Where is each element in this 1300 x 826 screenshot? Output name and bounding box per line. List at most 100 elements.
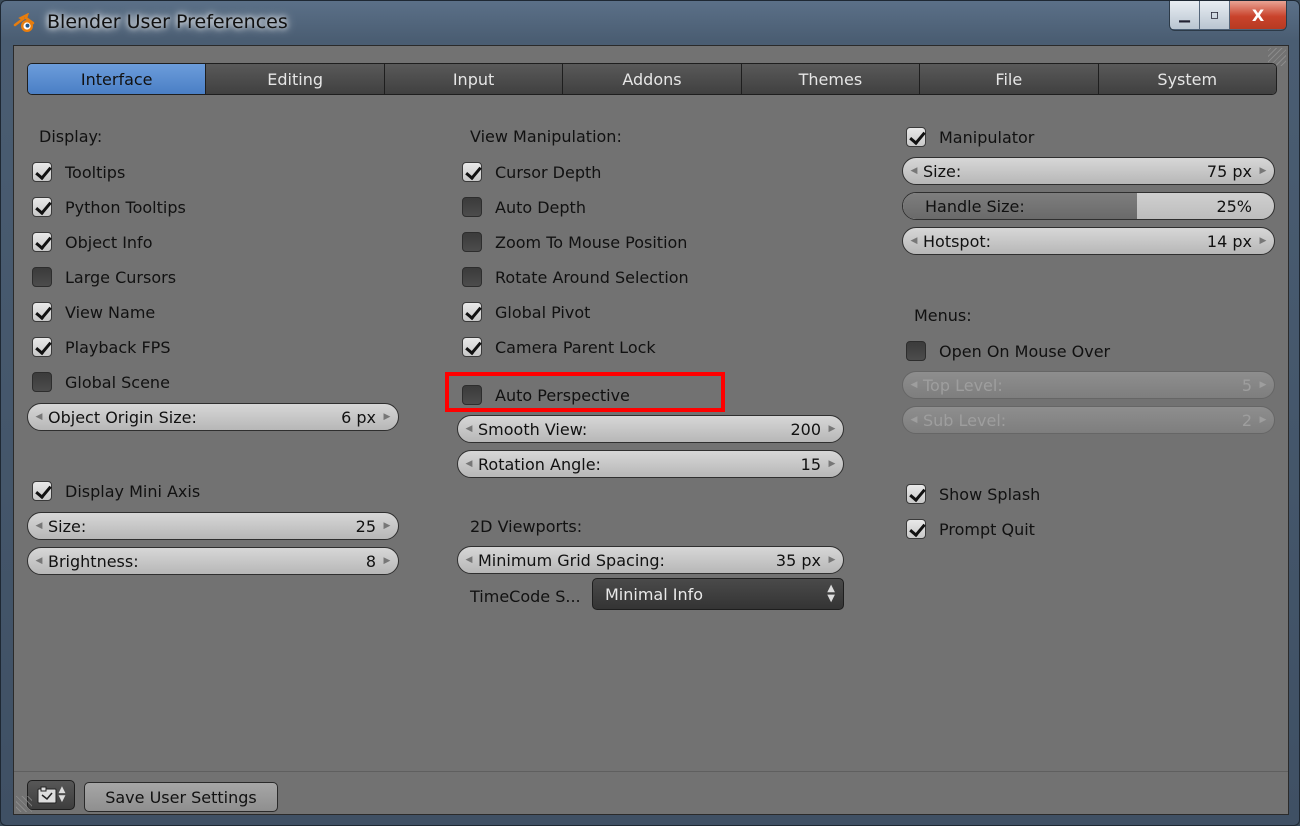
increment-arrow-icon[interactable]: ▶	[827, 555, 837, 565]
editor-type-menu[interactable]: ▲ ▼	[27, 780, 75, 810]
camera-parent-lock-checkbox[interactable]	[462, 337, 482, 357]
object-info-checkbox-row[interactable]: Object Info	[32, 230, 152, 254]
decrement-arrow-icon[interactable]: ◀	[464, 555, 474, 565]
mini-axis-checkbox-row[interactable]: Display Mini Axis	[32, 479, 200, 503]
decrement-arrow-icon[interactable]: ◀	[34, 556, 44, 566]
tab-input[interactable]: Input	[384, 64, 564, 94]
playback-fps-checkbox-row[interactable]: Playback FPS	[32, 335, 170, 359]
global-scene-checkbox[interactable]	[32, 372, 52, 392]
view-name-checkbox-row[interactable]: View Name	[32, 300, 155, 324]
view-name-checkbox[interactable]	[32, 302, 52, 322]
decrement-arrow-icon[interactable]: ◀	[34, 521, 44, 531]
hotspot-value: 14 px	[1206, 231, 1252, 251]
tab-system[interactable]: System	[1098, 64, 1276, 94]
sub-level-label: Sub Level:	[923, 410, 1007, 430]
python-tooltips-checkbox-row[interactable]: Python Tooltips	[32, 195, 186, 219]
zoom-to-mouse-checkbox-row[interactable]: Zoom To Mouse Position	[462, 230, 687, 254]
blender-logo-icon	[13, 13, 35, 32]
tab-interface[interactable]: Interface	[28, 64, 207, 94]
maximize-button[interactable]: ▫	[1200, 1, 1230, 29]
top-level-value: 5	[1241, 375, 1252, 395]
increment-arrow-icon[interactable]: ▶	[382, 556, 392, 566]
min-grid-spacing-label: Minimum Grid Spacing:	[478, 550, 665, 570]
rotation-angle-label: Rotation Angle:	[478, 454, 601, 474]
prompt-quit-label: Prompt Quit	[939, 519, 1035, 539]
save-user-settings-button[interactable]: Save User Settings	[84, 782, 278, 812]
mini-axis-size-field[interactable]: ◀ Size: 25 ▶	[27, 512, 399, 540]
cursor-depth-checkbox-row[interactable]: Cursor Depth	[462, 160, 601, 184]
decrement-arrow-icon[interactable]: ◀	[909, 380, 919, 390]
area-split-corner-icon[interactable]	[16, 796, 32, 812]
prompt-quit-checkbox[interactable]	[906, 519, 926, 539]
decrement-arrow-icon[interactable]: ◀	[464, 459, 474, 469]
display-heading: Display:	[39, 127, 103, 146]
zoom-to-mouse-checkbox[interactable]	[462, 232, 482, 252]
mini-axis-brightness-field[interactable]: ◀ Brightness: 8 ▶	[27, 547, 399, 575]
title-bar[interactable]: Blender User Preferences ▁ ▫ X	[1, 1, 1299, 45]
large-cursors-checkbox[interactable]	[32, 267, 52, 287]
minimize-button[interactable]: ▁	[1170, 1, 1200, 29]
increment-arrow-icon[interactable]: ▶	[1258, 380, 1268, 390]
rotate-around-selection-checkbox-row[interactable]: Rotate Around Selection	[462, 265, 689, 289]
decrement-arrow-icon[interactable]: ◀	[909, 415, 919, 425]
manipulator-label: Manipulator	[939, 127, 1035, 147]
tooltips-checkbox[interactable]	[32, 162, 52, 182]
object-origin-size-field[interactable]: ◀ Object Origin Size: 6 px ▶	[27, 403, 399, 431]
auto-depth-checkbox[interactable]	[462, 197, 482, 217]
tooltips-checkbox-row[interactable]: Tooltips	[32, 160, 125, 184]
large-cursors-checkbox-row[interactable]: Large Cursors	[32, 265, 176, 289]
object-info-checkbox[interactable]	[32, 232, 52, 252]
prompt-quit-checkbox-row[interactable]: Prompt Quit	[906, 517, 1035, 541]
increment-arrow-icon[interactable]: ▶	[1258, 415, 1268, 425]
window-controls: ▁ ▫ X	[1169, 1, 1287, 31]
open-on-mouse-over-checkbox[interactable]	[906, 341, 926, 361]
mini-axis-checkbox[interactable]	[32, 481, 52, 501]
increment-arrow-icon[interactable]: ▶	[1258, 166, 1268, 176]
rotate-around-selection-checkbox[interactable]	[462, 267, 482, 287]
view-manipulation-heading: View Manipulation:	[470, 127, 622, 146]
decrement-arrow-icon[interactable]: ◀	[34, 412, 44, 422]
playback-fps-checkbox[interactable]	[32, 337, 52, 357]
min-grid-spacing-field[interactable]: ◀ Minimum Grid Spacing: 35 px ▶	[457, 546, 844, 574]
handle-size-slider[interactable]: Handle Size: 25%	[902, 192, 1275, 220]
timecode-style-dropdown[interactable]: Minimal Info ▲ ▼	[592, 578, 844, 610]
cursor-depth-checkbox[interactable]	[462, 162, 482, 182]
timecode-style-label: TimeCode S...	[470, 587, 581, 606]
show-splash-checkbox-row[interactable]: Show Splash	[906, 482, 1040, 506]
decrement-arrow-icon[interactable]: ◀	[909, 236, 919, 246]
tab-addons[interactable]: Addons	[563, 64, 742, 94]
decrement-arrow-icon[interactable]: ◀	[464, 424, 474, 434]
tab-file[interactable]: File	[920, 64, 1099, 94]
increment-arrow-icon[interactable]: ▶	[1258, 236, 1268, 246]
python-tooltips-checkbox[interactable]	[32, 197, 52, 217]
increment-arrow-icon[interactable]: ▶	[827, 424, 837, 434]
open-on-mouse-over-checkbox-row[interactable]: Open On Mouse Over	[906, 339, 1110, 363]
sub-level-field[interactable]: ◀ Sub Level: 2 ▶	[902, 406, 1275, 434]
global-pivot-checkbox[interactable]	[462, 302, 482, 322]
show-splash-checkbox[interactable]	[906, 484, 926, 504]
handle-size-value: 25%	[1216, 197, 1252, 216]
footer-divider	[14, 771, 1288, 772]
updown-arrows-icon: ▲ ▼	[58, 785, 66, 804]
cursor-depth-label: Cursor Depth	[495, 162, 602, 182]
manipulator-size-field[interactable]: ◀ Size: 75 px ▶	[902, 157, 1275, 185]
sub-level-value: 2	[1241, 410, 1252, 430]
tab-editing[interactable]: Editing	[206, 64, 385, 94]
object-origin-size-value: 6 px	[341, 407, 376, 427]
close-button[interactable]: X	[1230, 1, 1286, 29]
global-pivot-checkbox-row[interactable]: Global Pivot	[462, 300, 590, 324]
increment-arrow-icon[interactable]: ▶	[382, 521, 392, 531]
global-scene-checkbox-row[interactable]: Global Scene	[32, 370, 170, 394]
rotation-angle-field[interactable]: ◀ Rotation Angle: 15 ▶	[457, 450, 844, 478]
increment-arrow-icon[interactable]: ▶	[382, 412, 392, 422]
decrement-arrow-icon[interactable]: ◀	[909, 166, 919, 176]
manipulator-checkbox-row[interactable]: Manipulator	[906, 125, 1034, 149]
manipulator-checkbox[interactable]	[906, 127, 926, 147]
smooth-view-field[interactable]: ◀ Smooth View: 200 ▶	[457, 415, 844, 443]
camera-parent-lock-checkbox-row[interactable]: Camera Parent Lock	[462, 335, 656, 359]
increment-arrow-icon[interactable]: ▶	[827, 459, 837, 469]
tab-themes[interactable]: Themes	[741, 64, 921, 94]
auto-depth-checkbox-row[interactable]: Auto Depth	[462, 195, 586, 219]
top-level-field[interactable]: ◀ Top Level: 5 ▶	[902, 371, 1275, 399]
hotspot-field[interactable]: ◀ Hotspot: 14 px ▶	[902, 227, 1275, 255]
